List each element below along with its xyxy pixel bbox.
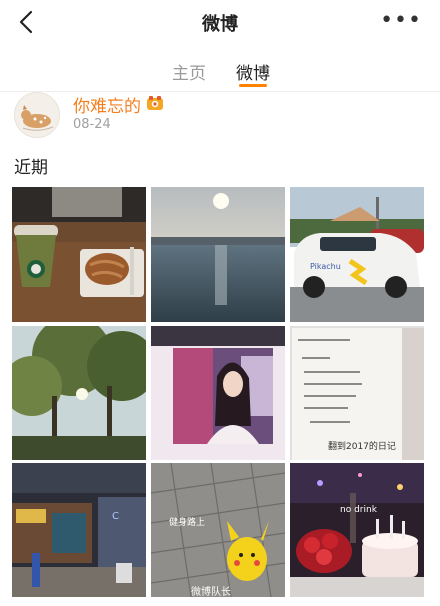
photo-coffee-pastry[interactable] [12,187,146,322]
svg-text:C: C [112,511,119,522]
photo-pikachu-pavement[interactable]: 健身路上 微博队长 [151,463,285,597]
section-title: 近期 [14,158,48,178]
photo-street-night[interactable]: C [12,463,146,597]
more-dots-icon[interactable]: ••• [380,10,422,32]
avatar[interactable] [14,92,60,138]
member-badge-icon [147,96,163,110]
tab-weibo[interactable]: 微博 [236,59,270,84]
photo-overlay-text: 翻到2017的日记 [328,442,396,452]
photo-overlay-text: no drink [340,505,377,515]
watermark-text: 微博队长 [191,587,231,597]
photo-overlay-text: 健身路上 [169,518,206,528]
tab-bar: 主页 微博 [0,46,440,92]
active-tab-indicator [239,84,267,87]
svg-text:Pikachu: Pikachu [310,262,341,271]
post-date: 08-24 [73,117,111,132]
photo-trees-sunlight[interactable] [12,326,146,460]
photo-sunset-lake[interactable] [151,187,285,322]
username[interactable]: 你难忘的 [73,92,141,117]
top-bar: 微博 ••• [0,0,440,44]
photo-girl-portrait[interactable] [151,326,285,460]
photo-cake-party[interactable]: no drink [290,463,424,597]
photo-handwritten-note[interactable]: 翻到2017的日记 [290,326,424,460]
photo-pikachu-car[interactable]: Pikachu [290,187,424,322]
page-title: 微博 [202,14,238,35]
tab-home[interactable]: 主页 [172,59,206,84]
